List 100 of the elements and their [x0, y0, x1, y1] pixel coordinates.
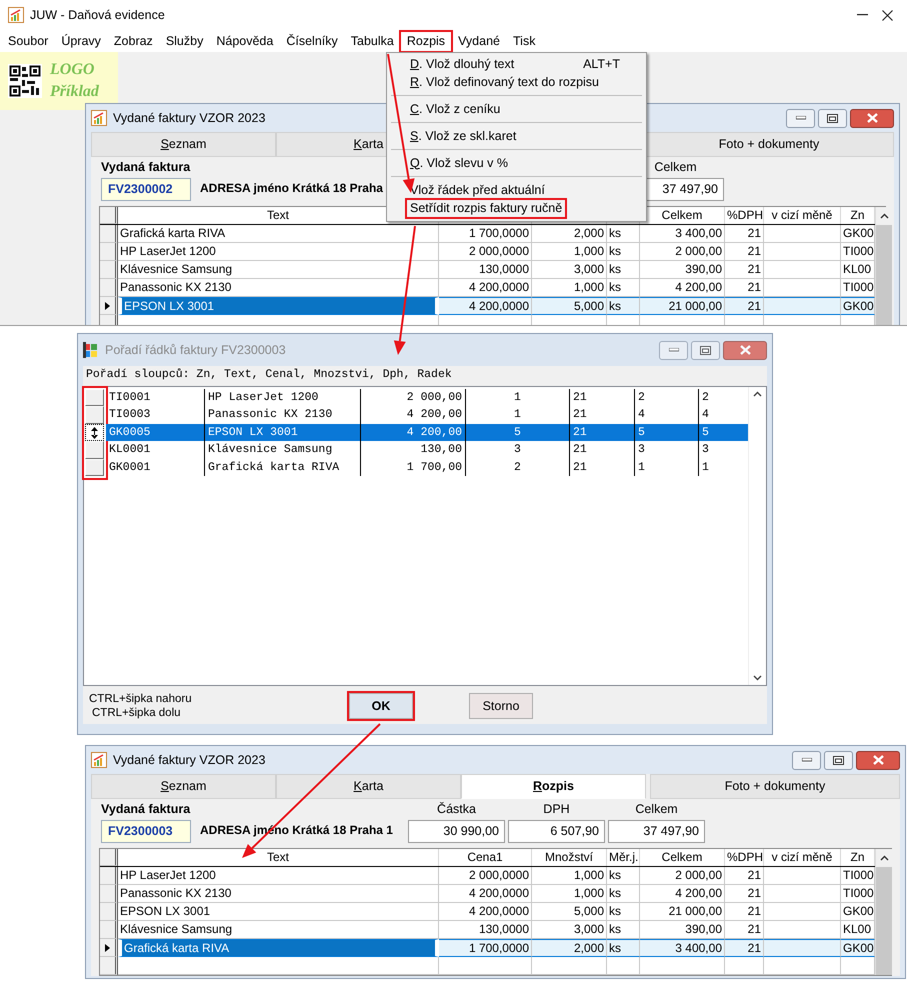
table-cell: Klávesnice Samsung [118, 261, 439, 279]
table-cell: Grafická karta RIVA [118, 225, 439, 243]
row-header[interactable] [100, 261, 118, 279]
menu-item[interactable]: C. Vlož z ceníku [407, 100, 504, 118]
chevron-up-icon[interactable] [880, 213, 888, 219]
menu-item[interactable]: Zobraz [108, 32, 159, 50]
chevron-down-icon[interactable] [753, 674, 762, 681]
qr-code-icon [8, 64, 42, 98]
close-button[interactable] [856, 750, 900, 770]
menu-item[interactable]: Q. Vlož slevu v % [407, 154, 511, 172]
table-cell: 21 [725, 939, 764, 957]
scrollbar[interactable] [875, 849, 892, 975]
table-cell: 2 000,00 [640, 867, 725, 885]
chevron-up-icon[interactable] [880, 855, 888, 861]
table-cell: 21 [569, 424, 634, 442]
menu-item[interactable]: Číselníky [280, 32, 344, 50]
ok-button[interactable]: OK [349, 693, 413, 720]
minimize-button[interactable] [792, 750, 821, 770]
table-cell: 21 000,00 [640, 297, 725, 315]
maximize-button[interactable] [691, 340, 720, 360]
table-cell-text: TI0003 [108, 407, 152, 424]
table-cell: 3 [698, 441, 743, 459]
amount-field[interactable]: 37 497,90 [608, 820, 705, 843]
invoice-number-field[interactable]: FV2300003 [101, 820, 191, 843]
tab[interactable]: Seznam [91, 132, 276, 157]
row-header[interactable] [100, 957, 118, 975]
form-heading: Vydaná faktura [101, 802, 190, 817]
table-cell: Panassonic KX 2130 [118, 885, 439, 903]
minimize-button[interactable] [786, 108, 815, 128]
row-header[interactable] [100, 903, 118, 921]
table-cell: ks [607, 867, 640, 885]
tab[interactable]: Seznam [91, 774, 276, 799]
close-icon [866, 113, 878, 123]
tab[interactable]: Foto + dokumenty [644, 132, 894, 157]
menu-item[interactable]: Služby [160, 32, 210, 50]
tab[interactable]: Karta [276, 774, 461, 799]
close-button[interactable] [850, 108, 894, 128]
chevron-up-icon[interactable] [753, 390, 762, 397]
row-header[interactable] [100, 921, 118, 939]
table-cell: 2 000,0000 [439, 867, 532, 885]
maximize-button[interactable] [818, 108, 847, 128]
row-header[interactable] [100, 297, 118, 315]
close-icon [872, 755, 884, 765]
table-cell: 21 [725, 243, 764, 261]
table-cell: 21 [725, 225, 764, 243]
table-cell: 1,000 [532, 867, 607, 885]
row-header[interactable] [100, 867, 118, 885]
menu-item[interactable]: Tisk [507, 32, 542, 50]
row-header[interactable] [100, 885, 118, 903]
table-cell: 1 [465, 388, 569, 406]
table-cell: HP LaserJet 1200 [204, 388, 360, 406]
maximize-icon [700, 346, 711, 354]
table-cell: 5 [465, 424, 569, 442]
menu-item[interactable]: Rozpis [400, 32, 452, 50]
row-header [100, 849, 118, 866]
scrollbar[interactable] [875, 207, 892, 325]
close-icon[interactable] [882, 10, 893, 20]
amount-field[interactable]: 6 507,90 [508, 820, 605, 843]
maximize-button[interactable] [824, 750, 853, 770]
menu-item[interactable]: D. Vlož dlouhý text [407, 56, 518, 72]
row-header[interactable] [100, 279, 118, 297]
menu-item[interactable]: R. Vlož definovaný text do rozpisu [407, 74, 602, 90]
menu-item[interactable]: Vydané [452, 32, 506, 50]
row-header[interactable] [100, 243, 118, 261]
column-header: Celkem [640, 849, 725, 866]
maximize-icon [833, 756, 844, 764]
table-cell: 21 [569, 441, 634, 459]
invoice-number-field[interactable]: FV2300002 [101, 178, 191, 201]
row-header [100, 207, 118, 224]
logo-text: LOGO [50, 60, 96, 80]
tab[interactable]: Rozpis [461, 774, 646, 799]
table-cell: ks [607, 225, 640, 243]
menu-item[interactable]: Úpravy [55, 32, 107, 50]
minimize-button[interactable] [659, 340, 688, 360]
table-cell: 21 [725, 885, 764, 903]
table-cell: 130,0000 [439, 261, 532, 279]
menu-item[interactable]: Tabulka [344, 32, 400, 50]
table-cell: 1 700,0000 [439, 225, 532, 243]
cancel-button[interactable]: Storno [469, 693, 533, 720]
table-cell: 21 000,00 [640, 903, 725, 921]
amount-field[interactable]: 30 990,00 [408, 820, 505, 843]
selected-row[interactable]: GK0005 EPSON LX 3001 4 200,00 5 21 5 5 [106, 424, 748, 442]
table-cell: 4 200,0000 [439, 297, 532, 315]
close-button[interactable] [723, 340, 767, 360]
tab[interactable]: Foto + dokumenty [650, 774, 900, 799]
table-cell: ks [607, 939, 640, 957]
minimize-icon [796, 116, 806, 120]
menu-item[interactable]: Soubor [2, 32, 54, 50]
row-header[interactable] [100, 939, 118, 957]
menu-item[interactable]: Nápověda [210, 32, 280, 50]
row-header[interactable] [100, 225, 118, 243]
column-header: Měr.j. [607, 849, 640, 866]
table-cell: 2 [634, 388, 698, 406]
minimize-icon[interactable] [857, 14, 868, 16]
customer-address: ADRESA jméno Krátká 18 Praha [199, 180, 383, 197]
row-handle[interactable] [85, 424, 104, 442]
column-header: %DPH [725, 849, 764, 866]
table-cell: 4 200,0000 [439, 885, 532, 903]
table-cell: HP LaserJet 1200 [118, 243, 439, 261]
column-header: %DPH [725, 207, 764, 224]
